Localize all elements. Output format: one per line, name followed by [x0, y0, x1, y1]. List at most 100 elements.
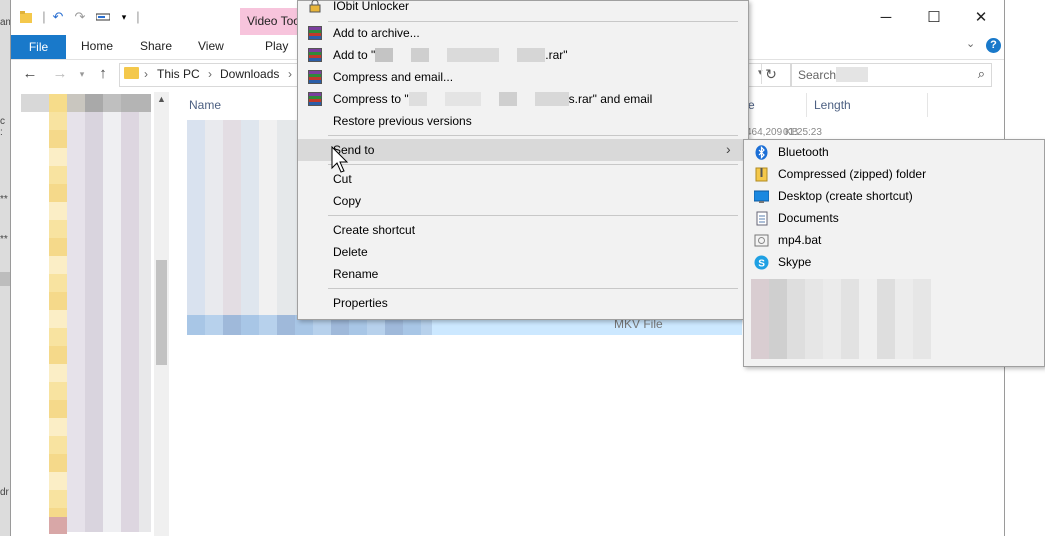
- menu-item-rename[interactable]: Rename: [298, 263, 748, 285]
- tab-view[interactable]: View: [198, 39, 224, 53]
- menu-item-properties[interactable]: Properties: [298, 292, 748, 314]
- navigation-pane[interactable]: [11, 92, 171, 536]
- send-to-skype[interactable]: S Skype: [744, 251, 1044, 273]
- menu-item-label: Restore previous versions: [333, 114, 472, 128]
- context-menu: IObit Unlocker Add to archive... Add to …: [297, 0, 749, 320]
- tab-file-label: File: [28, 40, 49, 54]
- context-tab-label: Video Too: [247, 14, 300, 28]
- send-to-desktop[interactable]: Desktop (create shortcut): [744, 185, 1044, 207]
- documents-icon: [754, 211, 769, 226]
- menu-item-label: Rename: [333, 267, 379, 281]
- breadcrumb-this-pc[interactable]: This PC: [157, 67, 200, 81]
- help-button[interactable]: ?: [986, 38, 1001, 53]
- customize-qat-icon[interactable]: ▾: [117, 10, 131, 24]
- menu-item-label: Create shortcut: [333, 223, 416, 237]
- maximize-button[interactable]: ☐: [924, 8, 944, 28]
- skype-icon: S: [754, 255, 769, 270]
- menu-item-label: Compress to " s.rar" and email: [333, 92, 653, 106]
- zip-folder-icon: [754, 167, 769, 182]
- submenu-item-label: mp4.bat: [778, 233, 822, 247]
- undo-icon[interactable]: ↶: [51, 10, 65, 24]
- menu-item-create-shortcut[interactable]: Create shortcut: [298, 219, 748, 241]
- breadcrumb-separator: ›: [288, 67, 292, 81]
- winrar-icon: [308, 26, 322, 40]
- menu-item-send-to[interactable]: Send to ›: [298, 139, 748, 161]
- send-to-obscured-items[interactable]: [751, 279, 963, 359]
- desktop-edge: am c : ** ** dr: [0, 0, 14, 536]
- submenu-item-label: Skype: [778, 255, 812, 269]
- winrar-icon: [308, 48, 322, 62]
- winrar-icon: [308, 92, 322, 106]
- submenu-item-label: Documents: [778, 211, 839, 225]
- desktop-fragment: **: [0, 194, 8, 205]
- breadcrumb-downloads[interactable]: Downloads: [220, 67, 279, 81]
- folder-icon: [19, 10, 33, 24]
- menu-item-add-to-rar[interactable]: Add to " .rar": [298, 44, 748, 66]
- menu-item-delete[interactable]: Delete: [298, 241, 748, 263]
- menu-item-compress-to-rar-and-email[interactable]: Compress to " s.rar" and email: [298, 88, 748, 110]
- search-icon: ⌕: [977, 66, 985, 81]
- send-to-bluetooth[interactable]: Bluetooth: [744, 141, 1044, 163]
- lock-icon: [308, 0, 322, 13]
- bluetooth-icon: [754, 145, 769, 160]
- desktop-fragment: **: [0, 234, 8, 245]
- desktop-fragment: dr: [0, 487, 9, 498]
- tab-play[interactable]: Play: [265, 39, 288, 53]
- chevron-down-icon[interactable]: ⌄: [966, 37, 975, 50]
- menu-item-label: Copy: [333, 194, 362, 208]
- batch-file-icon: [754, 233, 769, 248]
- column-header-name[interactable]: Name: [189, 98, 221, 112]
- menu-item-copy[interactable]: Copy: [298, 190, 748, 212]
- menu-item-add-to-archive[interactable]: Add to archive...: [298, 22, 748, 44]
- submenu-item-label: Desktop (create shortcut): [778, 189, 913, 203]
- tab-file[interactable]: File: [11, 35, 66, 59]
- tab-home[interactable]: Home: [81, 39, 113, 53]
- send-to-compressed-folder[interactable]: Compressed (zipped) folder: [744, 163, 1044, 185]
- folder-icon: [124, 67, 139, 79]
- rename-icon[interactable]: [95, 10, 111, 24]
- menu-item-label: Add to " .rar": [333, 48, 568, 62]
- breadcrumb-separator: ›: [208, 67, 212, 81]
- search-placeholder: Search: [798, 68, 837, 82]
- menu-item-label: Delete: [333, 245, 368, 259]
- separator-icon: |: [136, 9, 140, 24]
- menu-item-restore-previous-versions[interactable]: Restore previous versions: [298, 110, 748, 132]
- up-button[interactable]: ↑: [94, 65, 112, 83]
- svg-text:S: S: [758, 259, 765, 270]
- menu-item-label: Properties: [333, 296, 388, 310]
- menu-item-label: Compress and email...: [333, 70, 454, 84]
- send-to-mp4-bat[interactable]: mp4.bat: [744, 229, 1044, 251]
- menu-item-cut[interactable]: Cut: [298, 168, 748, 190]
- minimize-button[interactable]: ─: [876, 8, 896, 28]
- close-button[interactable]: ✕: [971, 8, 991, 28]
- refresh-button[interactable]: ↻: [761, 64, 780, 84]
- back-button[interactable]: ←: [21, 65, 39, 83]
- column-header-type[interactable]: e: [748, 98, 755, 112]
- breadcrumb-separator: ›: [144, 67, 148, 81]
- desktop-fragment: c :: [0, 116, 5, 138]
- menu-item-label: Cut: [333, 172, 352, 186]
- menu-item-iobit-unlocker[interactable]: IObit Unlocker: [298, 0, 748, 17]
- menu-item-label: Add to archive...: [333, 26, 420, 40]
- recent-locations-button[interactable]: ▾: [73, 65, 91, 83]
- menu-item-compress-and-email[interactable]: Compress and email...: [298, 66, 748, 88]
- nav-pane-scroll-thumb[interactable]: [156, 260, 167, 365]
- chevron-right-icon: ›: [726, 141, 731, 157]
- menu-item-label: IObit Unlocker: [333, 0, 410, 13]
- mouse-cursor-icon: [331, 146, 349, 173]
- search-input[interactable]: Search ⌕: [791, 63, 992, 87]
- send-to-documents[interactable]: Documents: [744, 207, 1044, 229]
- tab-share[interactable]: Share: [140, 39, 172, 53]
- column-divider[interactable]: [927, 93, 928, 117]
- separator-icon: |: [42, 9, 46, 24]
- column-header-length[interactable]: Length: [814, 98, 851, 112]
- desktop-icon: [753, 189, 770, 204]
- redo-icon[interactable]: ↷: [73, 10, 87, 24]
- winrar-icon: [308, 70, 322, 84]
- file-length-value: 01:25:23: [783, 127, 822, 138]
- column-divider[interactable]: [806, 93, 807, 117]
- forward-button[interactable]: →: [51, 65, 69, 83]
- submenu-item-label: Compressed (zipped) folder: [778, 167, 927, 181]
- submenu-item-label: Bluetooth: [778, 145, 829, 159]
- file-list[interactable]: [187, 120, 305, 315]
